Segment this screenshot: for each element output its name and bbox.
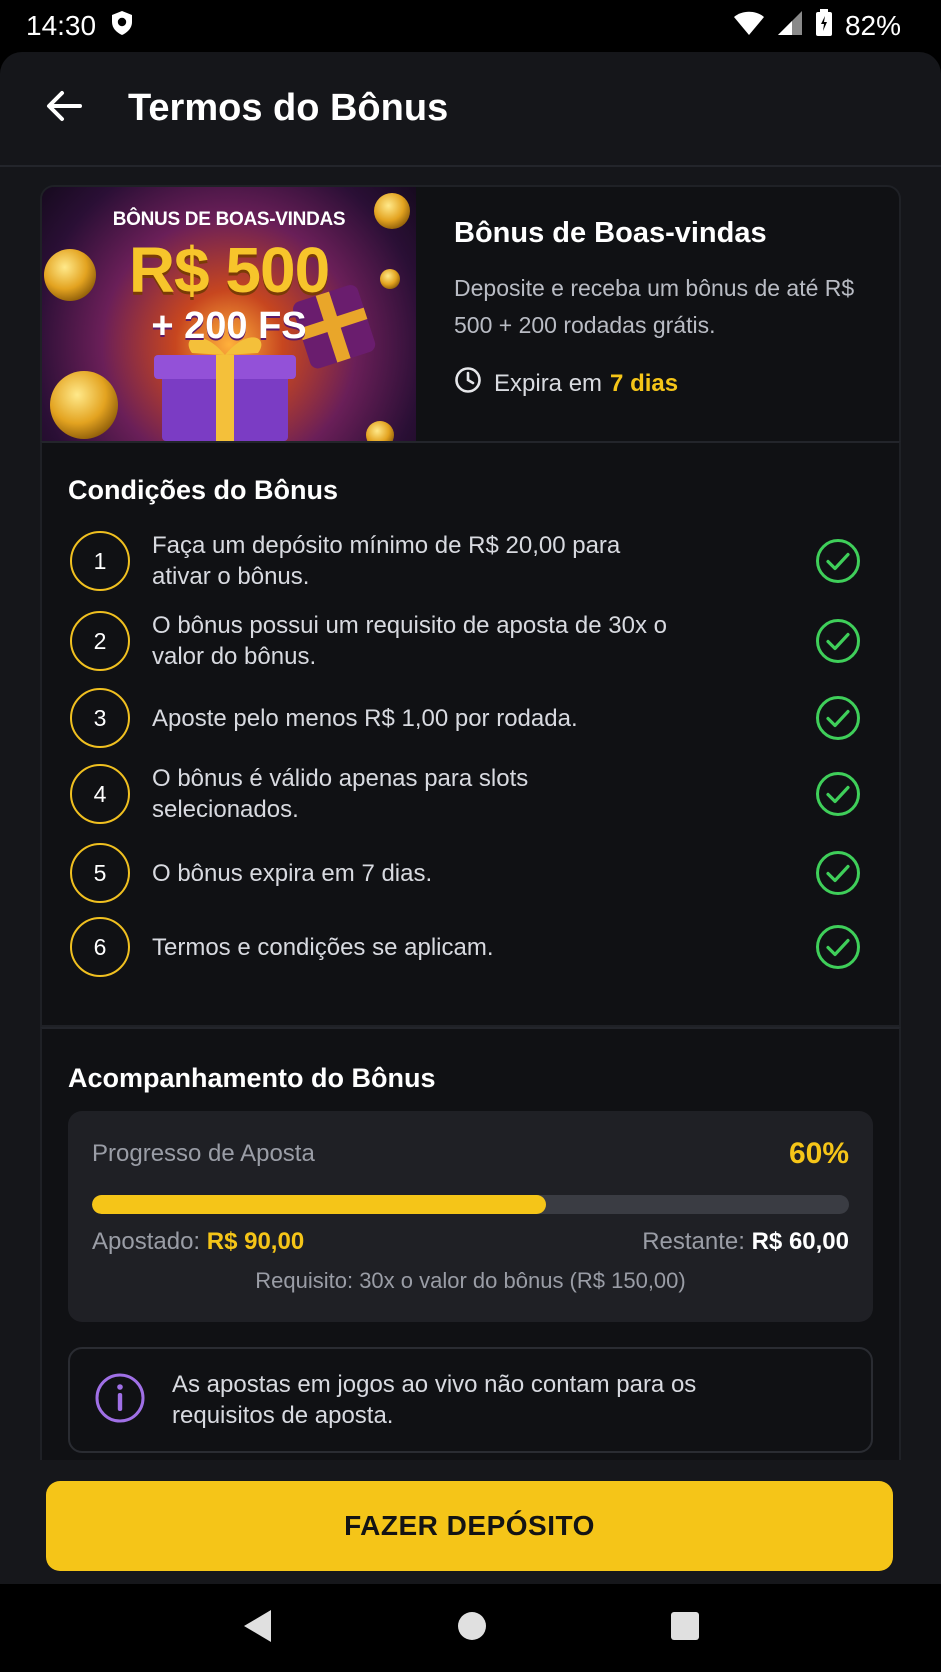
signal-icon [777,10,803,43]
banner-amount: R$ 500 [128,234,330,306]
condition-item: 5 O bônus expira em 7 dias. [70,843,861,903]
info-notice: As apostas em jogos ao vivo não contam p… [68,1347,873,1453]
wagered-value: R$ 90,00 [206,1228,305,1255]
bottom-action-bar: FAZER DEPÓSITO [0,1460,941,1584]
wifi-icon [733,10,765,43]
info-icon [94,1372,146,1429]
banner-headline: BÔNUS DE BOAS-VINDAS [112,209,346,230]
wager-progress-box: Progresso de Aposta 60% Apostado: R$ 90,… [68,1111,873,1322]
tracking-card: Acompanhamento do Bônus Progresso de Apo… [40,1027,901,1527]
bonus-title: Bônus de Boas-vindas [454,217,767,249]
back-button[interactable] [40,85,88,133]
nav-recents-icon[interactable] [669,1610,701,1647]
wager-requirement: Requisito: 30x o valor do bônus (R$ 150,… [255,1268,686,1293]
condition-text: Aposte pelo menos R$ 1,00 por rodada. [152,704,578,732]
condition-text: Faça um depósito mínimo de R$ 20,00 para… [152,532,621,590]
bonus-banner-image: BÔNUS DE BOAS-VINDAS R$ 500 + 200 FS [42,187,416,441]
expiry-value: 7 dias [610,369,679,397]
check-circle-icon [816,619,860,663]
condition-text: O bônus possui um requisito de aposta de… [152,612,667,670]
conditions-card: Condições do Bônus 1 Faça um depósito mí… [40,441,901,1027]
remaining-value: R$ 60,00 [751,1228,849,1255]
app-panel: Termos do Bônus BÔNUS DE BOAS-VINDAS R$ … [0,52,941,1584]
remaining-label: Restante: [642,1228,745,1255]
condition-number: 2 [70,611,130,671]
check-circle-icon [816,851,860,895]
nav-back-icon[interactable] [241,1608,275,1649]
tracking-title: Acompanhamento do Bônus [68,1063,436,1093]
condition-text: O bônus é válido apenas para slots selec… [152,765,529,823]
shield-icon [110,10,134,43]
condition-item: 1 Faça um depósito mínimo de R$ 20,00 pa… [70,531,861,591]
condition-item: 6 Termos e condições se aplicam. [70,917,861,977]
nav-home-icon[interactable] [456,1610,488,1647]
condition-number: 6 [70,917,130,977]
condition-text: O bônus expira em 7 dias. [152,859,433,887]
progress-percent: 60% [788,1137,849,1170]
check-circle-icon [816,696,860,740]
expiry-label: Expira em [494,369,603,397]
banner-free-spins: + 200 FS [151,305,307,347]
app-header: Termos do Bônus [0,52,941,167]
check-circle-icon [816,925,860,969]
status-time: 14:30 [26,10,97,41]
bonus-expiry: Expira em 7 dias [454,366,899,401]
screen: 14:30 82% Termos do Bônus BÔNUS DE BOAS-… [0,0,941,1672]
bonus-hero-card: BÔNUS DE BOAS-VINDAS R$ 500 + 200 FS Bôn… [40,185,901,441]
condition-item: 2 O bônus possui um requisito de aposta … [70,611,861,671]
battery-icon [815,8,833,44]
condition-item: 4 O bônus é válido apenas para slots sel… [70,764,861,824]
condition-number: 4 [70,764,130,824]
bonus-description: Deposite e receba um bônus de até R$ 500… [454,275,855,338]
wagered-label: Apostado: [92,1228,201,1255]
clock-icon [454,366,482,401]
condition-number: 3 [70,688,130,748]
info-text: As apostas em jogos ao vivo não contam p… [172,1371,697,1429]
progress-label: Progresso de Aposta [92,1140,315,1167]
check-circle-icon [816,539,860,583]
progress-track [92,1195,849,1214]
condition-number: 5 [70,843,130,903]
make-deposit-button[interactable]: FAZER DEPÓSITO [46,1481,893,1571]
battery-percent: 82% [844,10,901,41]
bonus-info: Bônus de Boas-vindas Deposite e receba u… [416,187,899,441]
remaining-amount: Restante: R$ 60,00 [642,1228,849,1256]
arrow-left-icon [45,89,83,128]
system-nav-bar [0,1584,941,1672]
condition-text: Termos e condições se aplicam. [152,933,494,961]
progress-fill [92,1195,547,1214]
check-circle-icon [816,772,860,816]
status-bar: 14:30 82% [0,0,941,52]
page-title: Termos do Bônus [128,87,449,129]
conditions-title: Condições do Bônus [68,475,338,505]
condition-number: 1 [70,531,130,591]
wagered-amount: Apostado: R$ 90,00 [92,1228,304,1256]
condition-item: 3 Aposte pelo menos R$ 1,00 por rodada. [70,688,861,748]
